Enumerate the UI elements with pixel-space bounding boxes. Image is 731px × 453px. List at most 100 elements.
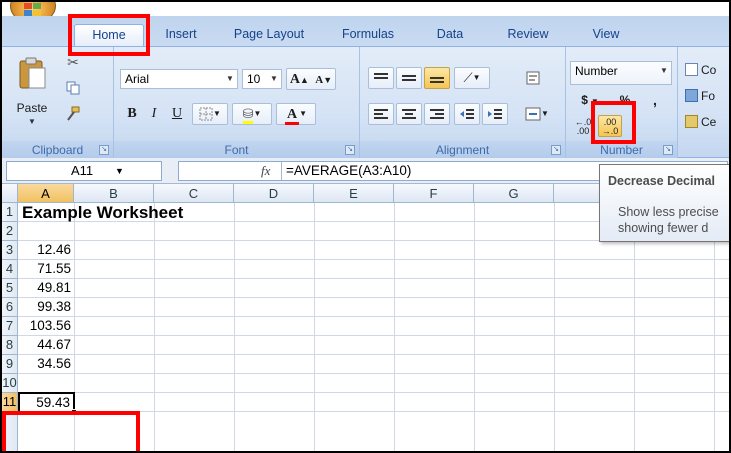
cell-styles-button[interactable]: Ce xyxy=(682,111,729,133)
gridline xyxy=(18,392,729,393)
cell-a1-title[interactable]: Example Worksheet xyxy=(22,204,183,222)
row-header-8[interactable]: 8 xyxy=(2,336,18,355)
decrease-indent-icon xyxy=(460,109,474,119)
cell-a4[interactable]: 71.55 xyxy=(18,260,71,278)
font-launcher-icon[interactable]: ↘ xyxy=(345,145,355,155)
copy-button[interactable] xyxy=(62,77,84,99)
font-color-button[interactable]: A ▼ xyxy=(276,103,316,125)
alignment-launcher-icon[interactable]: ↘ xyxy=(551,145,561,155)
align-right-button[interactable] xyxy=(424,103,450,125)
cell-a5[interactable]: 49.81 xyxy=(18,279,71,297)
borders-button[interactable]: ▼ xyxy=(192,103,228,125)
format-as-table-button[interactable]: Fo xyxy=(682,85,729,107)
align-middle-icon xyxy=(402,75,416,81)
name-box[interactable]: A11 ▼ xyxy=(6,161,162,181)
cell-a3[interactable]: 12.46 xyxy=(18,241,71,259)
number-format-combo[interactable]: Number ▼ xyxy=(570,61,672,85)
tab-data[interactable]: Data xyxy=(430,24,470,46)
row-header-6[interactable]: 6 xyxy=(2,298,18,317)
align-left-icon xyxy=(374,109,388,119)
insert-function-icon[interactable]: fx xyxy=(261,163,270,179)
column-header-g[interactable]: G xyxy=(474,184,554,203)
active-cell-a11[interactable]: 59.43 xyxy=(18,392,77,415)
align-middle-button[interactable] xyxy=(396,67,422,89)
fill-color-button[interactable]: ⛁▼ xyxy=(232,103,272,125)
chevron-down-icon: ▼ xyxy=(115,166,124,176)
tab-review[interactable]: Review xyxy=(502,24,554,46)
wrap-text-button[interactable] xyxy=(520,67,546,89)
align-left-button[interactable] xyxy=(368,103,394,125)
font-name-combo[interactable]: Arial ▼ xyxy=(120,69,238,89)
column-header-c[interactable]: C xyxy=(154,184,234,203)
row-header-3[interactable]: 3 xyxy=(2,241,18,260)
cell-a11-value: 59.43 xyxy=(36,395,70,410)
tab-insert[interactable]: Insert xyxy=(154,24,208,46)
gridline xyxy=(18,354,729,355)
cell-a6[interactable]: 99.38 xyxy=(18,298,71,316)
row-header-1[interactable]: 1 xyxy=(2,203,18,222)
number-launcher-icon[interactable]: ↘ xyxy=(663,145,673,155)
conditional-formatting-icon xyxy=(685,63,698,76)
row-header-9[interactable]: 9 xyxy=(2,355,18,374)
align-center-button[interactable] xyxy=(396,103,422,125)
gridline xyxy=(18,259,729,260)
row-header-11[interactable]: 11 xyxy=(2,393,18,412)
paste-icon xyxy=(19,57,46,89)
cell-a7[interactable]: 103.56 xyxy=(18,317,71,335)
highlight-cell-a11 xyxy=(2,411,140,451)
decrease-indent-button[interactable] xyxy=(454,103,480,125)
conditional-formatting-button[interactable]: Co xyxy=(682,59,729,81)
column-header-a[interactable]: A xyxy=(18,184,74,203)
clipboard-group: Paste ▼ ✂ Clipboard ↘ xyxy=(2,47,114,159)
font-grow-shrink-buttons[interactable]: A▲ A▼ xyxy=(286,68,336,90)
tab-page-layout[interactable]: Page Layout xyxy=(224,24,314,46)
align-bottom-icon xyxy=(430,77,444,83)
column-header-f[interactable]: F xyxy=(394,184,474,203)
tab-formulas[interactable]: Formulas xyxy=(332,24,404,46)
column-header-d[interactable]: D xyxy=(234,184,314,203)
increase-decimal-icon: ←.0.00 xyxy=(574,117,592,136)
chevron-down-icon: ▼ xyxy=(226,74,234,83)
font-size-combo[interactable]: 10 ▼ xyxy=(242,69,282,89)
comma-style-button[interactable]: , xyxy=(644,89,666,111)
row-header-4[interactable]: 4 xyxy=(2,260,18,279)
borders-icon xyxy=(199,107,213,121)
row-header-7[interactable]: 7 xyxy=(2,317,18,336)
tooltip-body: Show less precise showing fewer d xyxy=(618,205,719,235)
cell-a9[interactable]: 34.56 xyxy=(18,355,71,373)
styles-group: Co Fo Ce xyxy=(678,47,729,159)
format-painter-button[interactable] xyxy=(62,103,84,125)
increase-indent-button[interactable] xyxy=(482,103,508,125)
format-as-table-icon xyxy=(685,89,698,102)
underline-button[interactable]: U xyxy=(166,103,188,125)
orientation-button[interactable]: ⟋▼ xyxy=(454,67,490,89)
bold-button[interactable]: B xyxy=(122,103,142,125)
cell-a8[interactable]: 44.67 xyxy=(18,336,71,354)
gridline xyxy=(18,278,729,279)
italic-button[interactable]: I xyxy=(144,103,164,125)
gridline xyxy=(18,373,729,374)
wrap-text-icon xyxy=(526,71,540,85)
column-header-e[interactable]: E xyxy=(314,184,394,203)
chevron-down-icon: ▼ xyxy=(270,74,278,83)
shrink-font-icon: A xyxy=(315,74,324,86)
row-header-10[interactable]: 10 xyxy=(2,374,18,393)
select-all-corner[interactable] xyxy=(2,184,18,203)
align-top-button[interactable] xyxy=(368,67,394,89)
cell-styles-icon xyxy=(685,115,698,128)
alignment-group-label: Alignment xyxy=(360,141,565,159)
paste-button[interactable]: Paste ▼ xyxy=(8,51,56,127)
excel-window: Home Insert Page Layout Formulas Data Re… xyxy=(0,0,731,453)
align-right-icon xyxy=(430,109,444,119)
column-header-b[interactable]: B xyxy=(74,184,154,203)
align-top-icon xyxy=(374,73,388,79)
merge-center-button[interactable]: ▼ xyxy=(520,103,554,125)
row-header-2[interactable]: 2 xyxy=(2,222,18,241)
clipboard-launcher-icon[interactable]: ↘ xyxy=(99,145,109,155)
clipboard-group-label: Clipboard xyxy=(2,141,113,159)
row-header-5[interactable]: 5 xyxy=(2,279,18,298)
align-bottom-button[interactable] xyxy=(424,67,450,89)
font-group: Arial ▼ 10 ▼ A▲ A▼ B I U ▼ ⛁▼ A ▼ Font ↘ xyxy=(114,47,360,159)
font-color-icon: A xyxy=(284,107,300,125)
tab-view[interactable]: View xyxy=(586,24,626,46)
